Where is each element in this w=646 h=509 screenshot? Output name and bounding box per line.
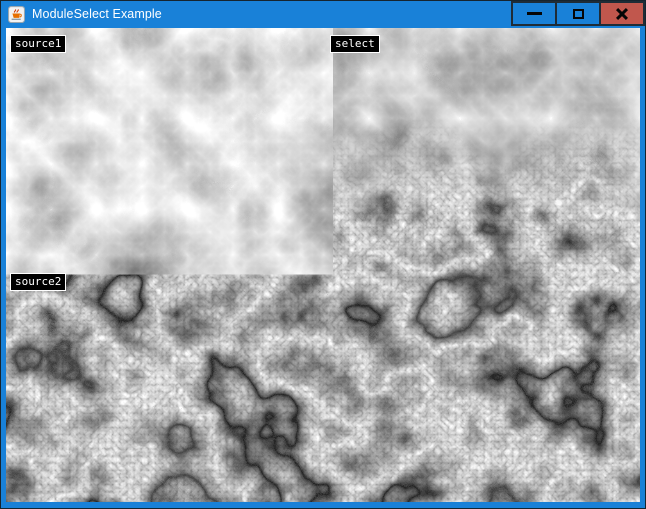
maximize-button[interactable] xyxy=(555,1,601,26)
minimize-button[interactable] xyxy=(511,1,557,26)
app-window: ModuleSelect Example xyxy=(0,0,646,509)
java-coffee-cup-icon xyxy=(8,6,25,23)
window-controls xyxy=(513,1,645,26)
select-image-cloud-layer xyxy=(320,28,640,265)
close-icon xyxy=(616,7,629,20)
close-button[interactable] xyxy=(599,1,645,26)
noise-render xyxy=(6,28,640,502)
source1-image xyxy=(6,28,320,265)
noise-render-canvas: source1 select source2 xyxy=(6,28,640,502)
window-title: ModuleSelect Example xyxy=(32,7,162,21)
source1-label: source1 xyxy=(10,35,66,53)
maximize-icon xyxy=(573,9,584,19)
source2-image xyxy=(6,265,640,502)
source2-label: source2 xyxy=(10,273,66,291)
minimize-icon xyxy=(527,12,542,15)
titlebar[interactable]: ModuleSelect Example xyxy=(0,0,646,28)
select-label: select xyxy=(330,35,380,53)
